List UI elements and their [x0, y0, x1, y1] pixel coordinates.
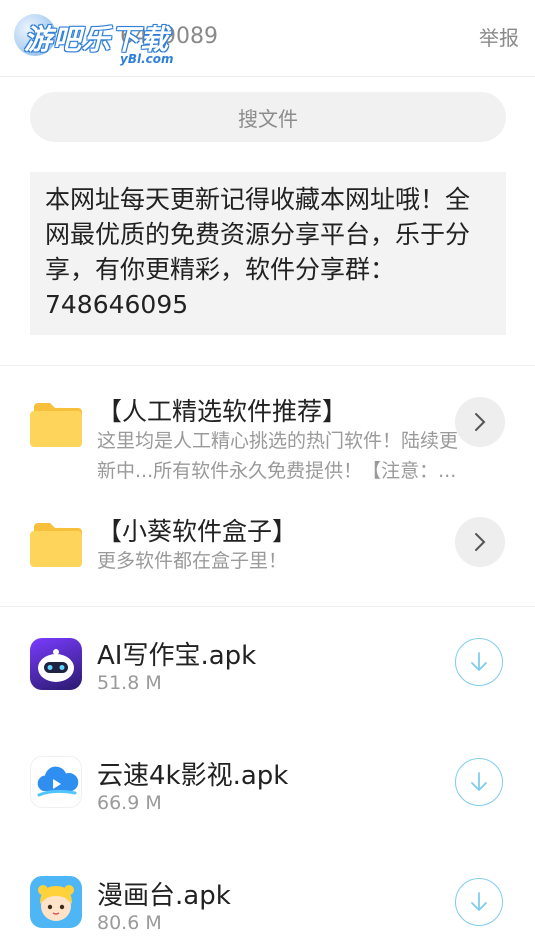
watermark-logo: 游吧乐下载 yBl.com: [14, 14, 174, 66]
chevron-right-icon: [475, 413, 486, 431]
folder-row[interactable]: 【小葵软件盒子】 更多软件都在盒子里！: [0, 486, 535, 606]
folder-row[interactable]: 【人工精选软件推荐】 这里均是人工精心挑选的热门软件！陆续更新中...所有软件永…: [0, 366, 535, 486]
file-name: 漫画台.apk: [97, 881, 231, 911]
robot-app-icon: [30, 638, 82, 690]
file-row[interactable]: 云速4k影视.apk 66.9 M: [0, 727, 535, 847]
file-size: 80.6 M: [97, 912, 162, 934]
download-button[interactable]: [455, 878, 503, 926]
folder-icon: [30, 403, 82, 447]
share-page: 6449089 游吧乐下载 yBl.com 举报 搜文件 本网址每天更新记得收藏…: [0, 0, 535, 951]
download-button[interactable]: [455, 758, 503, 806]
report-button[interactable]: 举报: [479, 22, 519, 51]
file-size: 51.8 M: [97, 672, 162, 694]
file-name: 云速4k影视.apk: [97, 761, 289, 791]
download-icon: [471, 772, 487, 791]
folder-description: 更多软件都在盒子里！: [97, 550, 288, 572]
watermark-subtext: yBl.com: [120, 52, 174, 66]
header: 6449089 游吧乐下载 yBl.com 举报: [0, 0, 535, 77]
download-icon: [471, 892, 487, 911]
folder-icon: [30, 523, 82, 567]
file-row[interactable]: 漫画台.apk 80.6 M: [0, 847, 535, 951]
folder-title: 【小葵软件盒子】: [97, 517, 298, 546]
open-folder-button[interactable]: [455, 397, 505, 447]
anime-girl-app-icon: [30, 876, 82, 928]
file-size: 66.9 M: [97, 792, 162, 814]
cloud-app-icon: [30, 756, 82, 808]
search-input[interactable]: 搜文件: [30, 92, 506, 142]
download-icon: [471, 652, 487, 671]
chevron-right-icon: [475, 533, 486, 551]
download-button[interactable]: [455, 638, 503, 686]
file-row[interactable]: AI写作宝.apk 51.8 M: [0, 607, 535, 727]
folder-title: 【人工精选软件推荐】: [97, 397, 348, 426]
file-name: AI写作宝.apk: [97, 641, 257, 671]
open-folder-button[interactable]: [455, 517, 505, 567]
notice-text: 本网址每天更新记得收藏本网址哦！全网最优质的免费资源分享平台，乐于分享，有你更精…: [30, 172, 506, 335]
